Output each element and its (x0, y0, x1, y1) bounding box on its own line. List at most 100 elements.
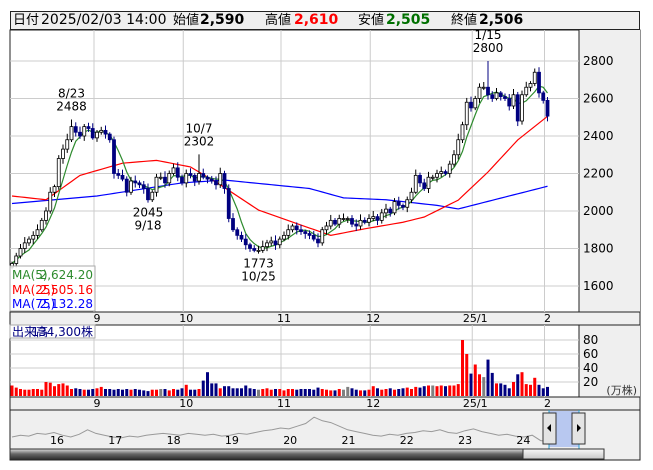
candle (112, 136, 116, 179)
volume-bar (218, 388, 222, 396)
volume-bar (537, 384, 541, 396)
candle-body (44, 210, 48, 221)
candle-body (248, 244, 252, 249)
volume-bar (329, 390, 333, 396)
volume-bar (512, 382, 515, 396)
volume-bar (65, 385, 69, 396)
candle-body (456, 139, 461, 156)
volume-bar (146, 391, 150, 396)
candle-body (103, 129, 108, 135)
candle-body (235, 229, 240, 236)
candle-body (137, 182, 142, 186)
candle-body (498, 92, 503, 98)
price-tick-label: 2200 (583, 167, 614, 181)
volume-bar (359, 390, 362, 396)
volume-bar (129, 389, 133, 396)
volume-bar (303, 389, 307, 396)
candle-body (86, 126, 91, 129)
volume-bar (223, 386, 226, 396)
candle-body (345, 218, 350, 220)
volume-bar (439, 385, 443, 396)
volume-bar (499, 383, 503, 396)
candle-body (231, 218, 235, 231)
candle-body (82, 126, 87, 137)
volume-bar (469, 373, 473, 396)
candle-body (226, 188, 231, 219)
candle-body (324, 225, 329, 231)
candle-body (99, 129, 104, 133)
volume-bar (167, 390, 171, 396)
volume-bar (427, 385, 430, 396)
volume-legend: 出来高 134,300株 (9, 324, 96, 339)
candle-body (486, 86, 490, 96)
volume-bar (452, 385, 456, 396)
candle-body (269, 240, 274, 244)
candle-body (303, 231, 308, 234)
volume-bar (456, 384, 460, 396)
annotation-price: 2302 (184, 134, 215, 148)
volume-bar (414, 386, 418, 396)
volume-bar (308, 389, 311, 396)
candle (460, 121, 465, 143)
volume-bar (82, 389, 86, 396)
volume-bar (541, 388, 545, 396)
volume-bar (401, 388, 405, 396)
candle-body (307, 233, 312, 236)
volume-bar (48, 382, 52, 396)
price-tick-label: 2000 (583, 204, 614, 218)
candle-body (311, 234, 316, 240)
candle-body (452, 154, 456, 165)
candle-body (56, 158, 61, 188)
volume-bar (422, 386, 426, 396)
volume-bar (503, 384, 507, 396)
candle-body (61, 148, 65, 159)
candle-body (69, 126, 74, 141)
volume-tick-label: 60 (583, 347, 598, 361)
candle-body (328, 219, 333, 227)
annotation-date: 10/7 (186, 121, 213, 135)
volume-bar (40, 389, 44, 396)
candle-body (362, 219, 367, 223)
volume-bar (346, 386, 350, 396)
candle-body (22, 242, 27, 249)
volume-bar (448, 385, 452, 396)
month-label: 9 (94, 312, 101, 325)
candle-body (396, 201, 401, 206)
candle-body (243, 238, 248, 246)
candle-body (175, 167, 180, 178)
scrollbar-track[interactable] (9, 448, 605, 460)
volume-bar (240, 388, 243, 396)
navigator-left-handle[interactable] (542, 412, 557, 445)
volume-bar (274, 389, 277, 396)
candle-body (265, 242, 269, 248)
annotation-date: 10/25 (241, 270, 276, 284)
candle-body (367, 218, 371, 223)
ma-legend: MA(5) 2,624.20 MA(25) 2,505.16 MA(75) 2,… (9, 265, 96, 312)
candle-body (413, 174, 418, 193)
month-label: 12 (366, 312, 380, 325)
volume-bar (376, 388, 379, 396)
candle (56, 155, 61, 190)
candle (520, 90, 524, 125)
candle-body (129, 180, 133, 193)
volume-bar (176, 389, 180, 396)
volume-bar (465, 354, 469, 396)
volume-bar (478, 374, 481, 396)
navigator-right-handle[interactable] (571, 412, 586, 445)
candle-body (426, 176, 431, 189)
candle-body (320, 229, 325, 244)
volume-bar (286, 389, 290, 396)
annotation-price: 2045 (133, 206, 164, 220)
candle-body (337, 218, 342, 225)
volume-month-label: 11 (277, 397, 291, 410)
candle-body (379, 212, 384, 221)
volume-bar (125, 389, 129, 396)
navigator-year-label: 20 (283, 434, 297, 447)
volume-bar (74, 388, 78, 396)
candle-body (78, 131, 82, 137)
volume-month-label: 9 (94, 397, 101, 410)
volume-bar (142, 390, 146, 396)
candle-body (503, 96, 507, 99)
scrollbar-thumb[interactable] (522, 448, 605, 460)
candle-body (239, 234, 244, 240)
